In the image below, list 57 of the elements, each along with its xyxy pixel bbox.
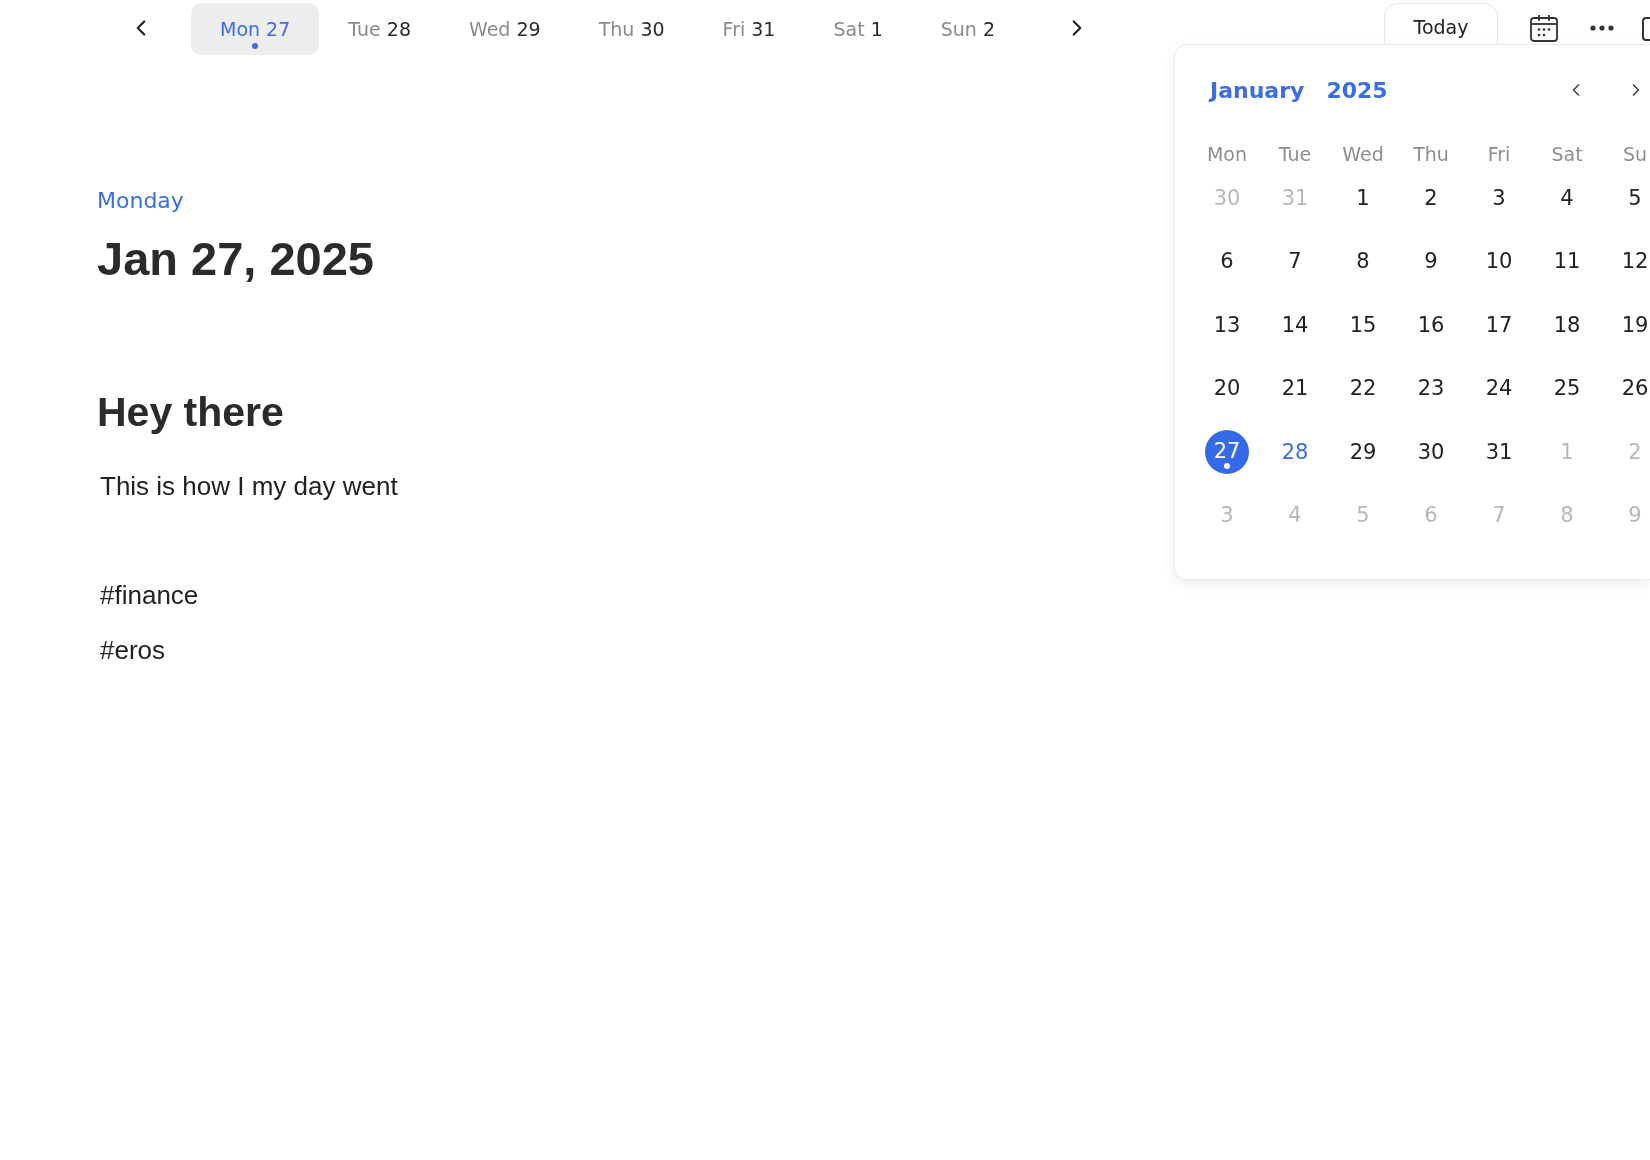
entry-body: This is how I my day went	[100, 470, 398, 502]
weekday-label: Monday	[97, 187, 184, 215]
month-label[interactable]: January	[1210, 73, 1305, 107]
day-tab[interactable]: Tue 28	[319, 3, 440, 55]
calendar-icon[interactable]	[1530, 14, 1558, 42]
calendar-day[interactable]: 5	[1628, 184, 1642, 211]
calendar-day[interactable]: 29	[1349, 438, 1377, 465]
more-options-button[interactable]	[1590, 25, 1614, 31]
calendar-day[interactable]: 18	[1553, 311, 1581, 338]
weekday-header: Mon	[1206, 142, 1248, 166]
weekday-header: Wed	[1342, 142, 1384, 166]
calendar-day[interactable]: 28	[1281, 438, 1309, 465]
calendar-day[interactable]: 21	[1281, 375, 1309, 402]
calendar-day[interactable]: 23	[1417, 375, 1445, 402]
calendar-day[interactable]: 12	[1621, 248, 1649, 275]
date-heading: Jan 27, 2025	[97, 231, 374, 287]
calendar-day[interactable]: 2	[1424, 184, 1438, 211]
calendar-day[interactable]: 20	[1213, 375, 1241, 402]
calendar-day[interactable]: 22	[1349, 375, 1377, 402]
calendar-day[interactable]: 14	[1281, 311, 1309, 338]
day-tab[interactable]: Wed 29	[440, 3, 570, 55]
calendar-day[interactable]: 16	[1417, 311, 1445, 338]
calendar-day[interactable]: 11	[1553, 248, 1581, 275]
hashtag[interactable]: #finance	[100, 579, 199, 611]
weekday-header: Sat	[1551, 142, 1583, 166]
day-tab[interactable]: Sat 1	[804, 3, 912, 55]
calendar-day[interactable]: 3	[1492, 184, 1506, 211]
entry-title: Hey there	[97, 389, 284, 435]
weekday-header: Tue	[1278, 142, 1312, 166]
calendar-day[interactable]: 7	[1288, 248, 1302, 275]
calendar-day[interactable]: 17	[1485, 311, 1513, 338]
calendar-day[interactable]: 26	[1621, 375, 1649, 402]
calendar-day[interactable]: 10	[1485, 248, 1513, 275]
weekday-header: Thu	[1413, 142, 1449, 166]
calendar-day[interactable]: 31	[1485, 438, 1513, 465]
day-tab[interactable]: Thu 30	[569, 3, 694, 55]
calendar-day[interactable]: 4	[1560, 184, 1574, 211]
calendar-day[interactable]: 6	[1220, 248, 1234, 275]
weekday-header: Su	[1622, 142, 1648, 166]
panel-icon[interactable]	[1642, 17, 1650, 41]
day-tab[interactable]: Mon 27	[191, 3, 320, 55]
calendar-day[interactable]: 19	[1621, 311, 1649, 338]
calendar-day[interactable]: 27	[1205, 429, 1249, 474]
more-icon	[1590, 25, 1614, 31]
day-tab[interactable]: Sun 2	[911, 3, 1025, 55]
calendar-day[interactable]: 24	[1485, 375, 1513, 402]
weekday-header: Fri	[1487, 142, 1511, 166]
calendar-day[interactable]: 8	[1356, 248, 1370, 275]
calendar-day[interactable]: 25	[1553, 375, 1581, 402]
calendar-day[interactable]: 30	[1417, 438, 1445, 465]
year-label[interactable]: 2025	[1326, 73, 1388, 107]
calendar-day[interactable]: 9	[1424, 248, 1438, 275]
calendar-day[interactable]: 1	[1356, 184, 1370, 211]
day-tab[interactable]: Fri 31	[693, 3, 805, 55]
hashtag[interactable]: #eros	[100, 634, 166, 666]
calendar-day[interactable]: 13	[1213, 311, 1241, 338]
calendar-day[interactable]: 15	[1349, 311, 1377, 338]
